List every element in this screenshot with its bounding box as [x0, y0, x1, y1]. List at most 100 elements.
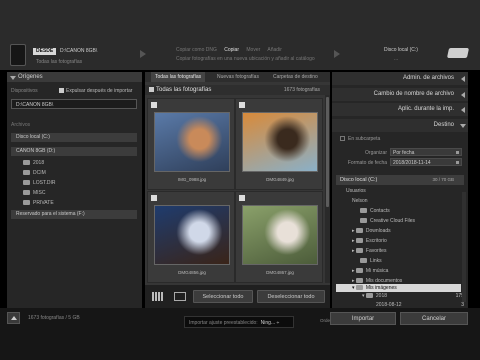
- checkbox-icon[interactable]: [239, 195, 245, 201]
- checkbox-icon: [340, 136, 345, 142]
- folder-item[interactable]: DCIM: [23, 170, 46, 176]
- photo-name: DMG4849.jpg: [266, 177, 294, 182]
- folder-icon: [365, 293, 373, 299]
- folder-item[interactable]: 2018: [23, 160, 44, 166]
- dest-folder-item[interactable]: Nelson: [352, 198, 368, 204]
- expand-icon: [461, 92, 465, 98]
- organize-label: Organizar: [365, 150, 387, 156]
- tab-all-photos[interactable]: Todas las fotografías: [151, 72, 206, 82]
- section-file-handling[interactable]: Admin. de archivos: [332, 72, 468, 85]
- source-sub: Todas las fotografías: [36, 59, 83, 65]
- photo-grid: IMG_0988.jpg DMG4849.jpg DMG4856.jpg DMG…: [145, 97, 325, 283]
- folder-item[interactable]: LOST.DIR: [23, 180, 56, 186]
- folder-icon: [355, 278, 363, 284]
- dest-folder-item[interactable]: ▸ Favorites: [352, 248, 386, 254]
- photo-name: IMG_0988.jpg: [177, 177, 207, 182]
- dest-folder-item[interactable]: ▾ 2018: [362, 293, 387, 299]
- folder-icon: [355, 228, 363, 234]
- source-name[interactable]: D:\CANON 8GB\: [60, 48, 97, 54]
- dest-folder-item[interactable]: Usuarios: [346, 188, 366, 194]
- dest-folder-item[interactable]: Links: [360, 258, 382, 264]
- volume-f[interactable]: Reservado para el sistema (F:): [11, 210, 137, 219]
- tab-destination-folders[interactable]: Carpetas de destino: [273, 72, 318, 82]
- destination-sub: ...: [394, 56, 399, 62]
- collapse-button[interactable]: [7, 312, 20, 324]
- photo-name: DMG4867.jpg: [266, 270, 294, 275]
- date-format-select[interactable]: 2018/2018-11-14: [390, 158, 462, 166]
- devices-label: Dispositivos: [11, 88, 38, 94]
- collapse-icon: [10, 76, 16, 80]
- volume-c[interactable]: Disco local (C:): [11, 133, 137, 142]
- source-badge: DESDE: [33, 48, 57, 55]
- dest-folder-item[interactable]: Contacts: [360, 208, 390, 214]
- photo-grid-panel: Todas las fotografías Nuevas fotografías…: [145, 72, 330, 308]
- destination-name[interactable]: Disco local (C:): [384, 47, 418, 53]
- folder-icon: [23, 180, 30, 186]
- loupe-view-icon[interactable]: [174, 292, 186, 301]
- subfolder-checkbox[interactable]: En subcarpeta: [340, 136, 380, 142]
- collapse-icon: [460, 124, 466, 128]
- sources-header[interactable]: Orígenes: [7, 72, 142, 82]
- photo-cell[interactable]: DMG4856.jpg: [147, 191, 235, 283]
- section-destination[interactable]: Destino: [332, 119, 468, 132]
- organize-select[interactable]: Por fecha: [390, 148, 462, 156]
- photo-name: DMG4856.jpg: [178, 270, 206, 275]
- dest-folder-selected[interactable]: ▾ Mis imágenes: [336, 284, 461, 292]
- folder-item[interactable]: PRIVATE: [23, 200, 54, 206]
- grid-toolbar: Seleccionar todo Deseleccionar todo: [145, 285, 330, 308]
- folder-icon: [360, 208, 367, 214]
- photo-thumbnail[interactable]: [242, 112, 318, 172]
- device-item[interactable]: D:\CANON 8GB\: [11, 99, 137, 109]
- folder-icon: [355, 248, 363, 254]
- folder-item[interactable]: MISC: [23, 190, 46, 196]
- photo-cell[interactable]: DMG4849.jpg: [235, 98, 323, 190]
- checkbox-icon: [59, 88, 64, 94]
- volume-d[interactable]: CANON 8GB (D:): [11, 147, 137, 156]
- photo-thumbnail[interactable]: [154, 205, 230, 265]
- chevron-up-icon: [11, 316, 17, 320]
- dest-folder-item[interactable]: Creative Cloud Files: [360, 218, 415, 224]
- mode-move[interactable]: Mover: [246, 47, 260, 53]
- checkbox-icon[interactable]: [239, 102, 245, 108]
- select-all-button[interactable]: Seleccionar todo: [193, 290, 253, 303]
- scrollbar-thumb[interactable]: [326, 97, 329, 207]
- photo-cell[interactable]: IMG_0988.jpg: [147, 98, 235, 190]
- drive-icon: [446, 48, 470, 58]
- import-button[interactable]: Importar: [330, 312, 396, 325]
- settings-panel: Admin. de archivos Cambio de nombre de a…: [332, 72, 468, 308]
- import-count: 1673 fotografías / 5 GB: [28, 315, 80, 321]
- tab-new-photos[interactable]: Nuevas fotografías: [217, 72, 259, 82]
- checkbox-icon[interactable]: [151, 195, 157, 201]
- grid-view-icon[interactable]: [152, 292, 164, 301]
- dest-folder-item[interactable]: ▸ Mi música: [352, 268, 388, 274]
- section-apply-during-import[interactable]: Aplic. durante la imp.: [332, 103, 468, 116]
- mode-add[interactable]: Añadir: [267, 47, 281, 53]
- cancel-button[interactable]: Cancelar: [400, 312, 468, 325]
- photo-thumbnail[interactable]: [154, 112, 230, 172]
- import-preset[interactable]: Importar ajuste preestablecido: Ning... ÷: [184, 316, 294, 328]
- photo-cell[interactable]: DMG4867.jpg: [235, 191, 323, 283]
- all-photos-bar[interactable]: Todas las fotografías 1673 fotografías: [145, 85, 330, 95]
- date-format-label: Formato de fecha: [347, 160, 387, 166]
- folder-icon: [355, 268, 363, 274]
- photo-thumbnail[interactable]: [242, 205, 318, 265]
- destination-drive[interactable]: Disco local (C:) 30 / 70 GB: [336, 175, 464, 185]
- dropdown-icon: [456, 151, 459, 154]
- mode-copy[interactable]: Copiar: [224, 47, 239, 53]
- folder-icon: [23, 190, 30, 196]
- checkbox-icon[interactable]: [151, 102, 157, 108]
- drive-size: 30 / 70 GB: [432, 177, 454, 182]
- destination-scrollbar[interactable]: [462, 192, 466, 302]
- folder-icon: [23, 160, 30, 166]
- deselect-all-button[interactable]: Deseleccionar todo: [257, 290, 325, 303]
- expand-icon: [461, 76, 465, 82]
- mode-copy-dng[interactable]: Copiar como DNG: [176, 47, 217, 53]
- grid-tabs: Todas las fotografías Nuevas fotografías…: [145, 72, 330, 82]
- grid-scrollbar[interactable]: [325, 95, 330, 283]
- section-file-renaming[interactable]: Cambio de nombre de archivo: [332, 88, 468, 101]
- dest-folder-item[interactable]: ▸ Escritorio: [352, 238, 387, 244]
- eject-checkbox[interactable]: Expulsar después de importar: [59, 88, 132, 94]
- arrow-right-icon: [334, 50, 340, 58]
- dest-folder-item[interactable]: ▸ Downloads: [352, 228, 391, 234]
- folder-icon: [23, 170, 30, 176]
